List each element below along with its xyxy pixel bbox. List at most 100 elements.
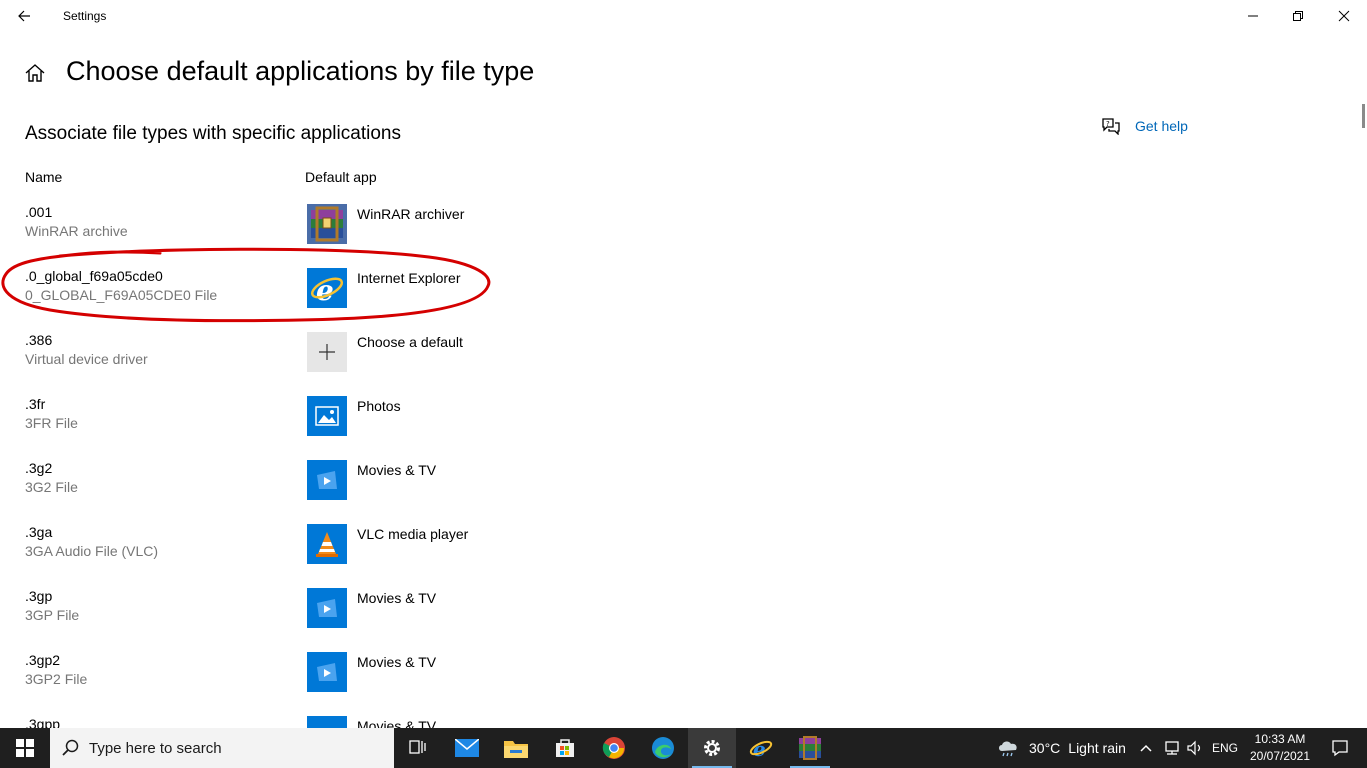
default-app-button[interactable]: VLC media player	[305, 522, 605, 564]
default-app-name: Movies & TV	[357, 462, 437, 478]
back-button[interactable]	[6, 0, 42, 32]
show-hidden-icons-button[interactable]	[1139, 728, 1153, 768]
language-indicator[interactable]: ENG	[1212, 728, 1238, 768]
taskbar: Type here to search e 30°C Light rain EN…	[0, 728, 1367, 768]
network-button[interactable]	[1163, 728, 1181, 768]
column-header-default-app: Default app	[305, 169, 377, 185]
file-extension: .3gp2	[25, 652, 61, 668]
file-explorer-button[interactable]	[492, 728, 540, 768]
default-app-button[interactable]: Movies & TV	[305, 458, 605, 500]
window-title: Settings	[63, 9, 107, 23]
get-help[interactable]: ? Get help	[1101, 117, 1188, 135]
action-center-button[interactable]	[1320, 728, 1360, 768]
file-type-description: 3FR File	[25, 415, 78, 431]
file-extension: .3g2	[25, 460, 53, 476]
plus-icon	[307, 332, 347, 372]
winrar-icon	[307, 204, 347, 244]
file-extension: .3fr	[25, 396, 46, 412]
mail-app-button[interactable]	[443, 728, 491, 768]
clock-date: 20/07/2021	[1249, 749, 1311, 763]
default-app-button[interactable]: WinRAR archiver	[305, 202, 605, 244]
clock[interactable]: 10:33 AM 20/07/2021	[1240, 731, 1320, 765]
mail-icon	[455, 739, 479, 757]
get-help-link[interactable]: Get help	[1135, 118, 1188, 134]
restore-icon	[1293, 11, 1303, 21]
file-type-description: WinRAR archive	[25, 223, 128, 239]
home-icon[interactable]	[24, 62, 46, 84]
movies-tv-icon	[307, 460, 347, 500]
search-placeholder: Type here to search	[89, 739, 222, 757]
notification-icon	[1332, 740, 1348, 757]
chrome-icon	[602, 737, 625, 759]
vlc-icon	[307, 524, 347, 564]
internet-explorer-icon: e	[307, 268, 347, 308]
windows-logo-icon	[16, 739, 34, 757]
minimize-button[interactable]	[1230, 0, 1276, 32]
list-item: .3fr 3FR File Photos	[0, 388, 760, 452]
close-icon	[1338, 10, 1350, 22]
default-app-name: Internet Explorer	[357, 270, 461, 286]
default-app-name: Photos	[357, 398, 401, 414]
default-app-button[interactable]: Movies & TV	[305, 586, 605, 628]
default-app-button[interactable]: Photos	[305, 394, 605, 436]
list-item: .3ga 3GA Audio File (VLC) VLC media play…	[0, 516, 760, 580]
weather-condition: Light rain	[1068, 740, 1126, 756]
section-title: Associate file types with specific appli…	[25, 123, 401, 144]
default-app-name: Choose a default	[357, 334, 463, 350]
settings-taskbar-button[interactable]	[688, 728, 736, 768]
edge-icon	[652, 737, 674, 759]
back-arrow-icon	[18, 10, 30, 22]
network-icon	[1165, 741, 1179, 755]
file-type-description: 3G2 File	[25, 479, 78, 495]
file-type-description: Virtual device driver	[25, 351, 148, 367]
file-extension: .386	[25, 332, 53, 348]
svg-text:?: ?	[1106, 120, 1110, 128]
page-title: Choose default applications by file type	[66, 56, 535, 86]
cloud-rain-icon	[999, 741, 1017, 757]
list-item: .386 Virtual device driver Choose a defa…	[0, 324, 760, 388]
default-app-name: VLC media player	[357, 526, 469, 542]
file-extension: .3ga	[25, 524, 53, 540]
store-app-button[interactable]	[541, 728, 589, 768]
column-header-name: Name	[25, 169, 63, 185]
store-icon	[556, 739, 574, 757]
default-app-name: Movies & TV	[357, 654, 437, 670]
list-item: .0_global_f69a05cde0 0_GLOBAL_F69A05CDE0…	[0, 260, 760, 324]
internet-explorer-taskbar-button[interactable]: e	[737, 728, 785, 768]
title-bar: Settings	[0, 0, 1367, 32]
start-button[interactable]	[0, 728, 50, 768]
file-type-description: 3GP File	[25, 607, 80, 623]
internet-explorer-icon: e	[749, 737, 773, 761]
default-app-button[interactable]: Movies & TV	[305, 650, 605, 692]
volume-button[interactable]	[1186, 728, 1204, 768]
file-type-description: 3GP2 File	[25, 671, 88, 687]
list-item: .3g2 3G2 File Movies & TV	[0, 452, 760, 516]
svg-text:e: e	[753, 737, 766, 761]
default-app-button[interactable]: e Internet Explorer	[305, 266, 605, 308]
folder-icon	[504, 741, 528, 758]
clock-time: 10:33 AM	[1254, 732, 1306, 746]
default-app-name: WinRAR archiver	[357, 206, 465, 222]
winrar-taskbar-button[interactable]	[786, 728, 834, 768]
list-item: .3gp2 3GP2 File Movies & TV	[0, 644, 760, 708]
winrar-icon	[799, 736, 821, 760]
task-view-icon	[409, 740, 426, 754]
weather-temperature: 30°C	[1029, 740, 1061, 756]
edge-button[interactable]	[639, 728, 687, 768]
list-item: .3gp 3GP File Movies & TV	[0, 580, 760, 644]
weather-widget[interactable]: 30°C Light rain	[997, 728, 1126, 768]
file-extension: .0_global_f69a05cde0	[25, 268, 163, 284]
chrome-button[interactable]	[590, 728, 638, 768]
file-extension: .3gp	[25, 588, 53, 604]
file-type-description: 3GA Audio File (VLC)	[25, 543, 159, 559]
choose-default-button[interactable]: Choose a default	[305, 330, 605, 372]
scrollbar-thumb[interactable]	[1362, 104, 1365, 128]
task-view-button[interactable]	[394, 728, 442, 768]
chevron-up-icon	[1140, 744, 1152, 752]
chat-help-icon: ?	[1102, 118, 1120, 135]
restore-button[interactable]	[1275, 0, 1321, 32]
movies-tv-icon	[307, 588, 347, 628]
close-button[interactable]	[1321, 0, 1367, 32]
minimize-icon	[1248, 15, 1258, 17]
taskbar-search-box[interactable]: Type here to search	[50, 728, 394, 768]
